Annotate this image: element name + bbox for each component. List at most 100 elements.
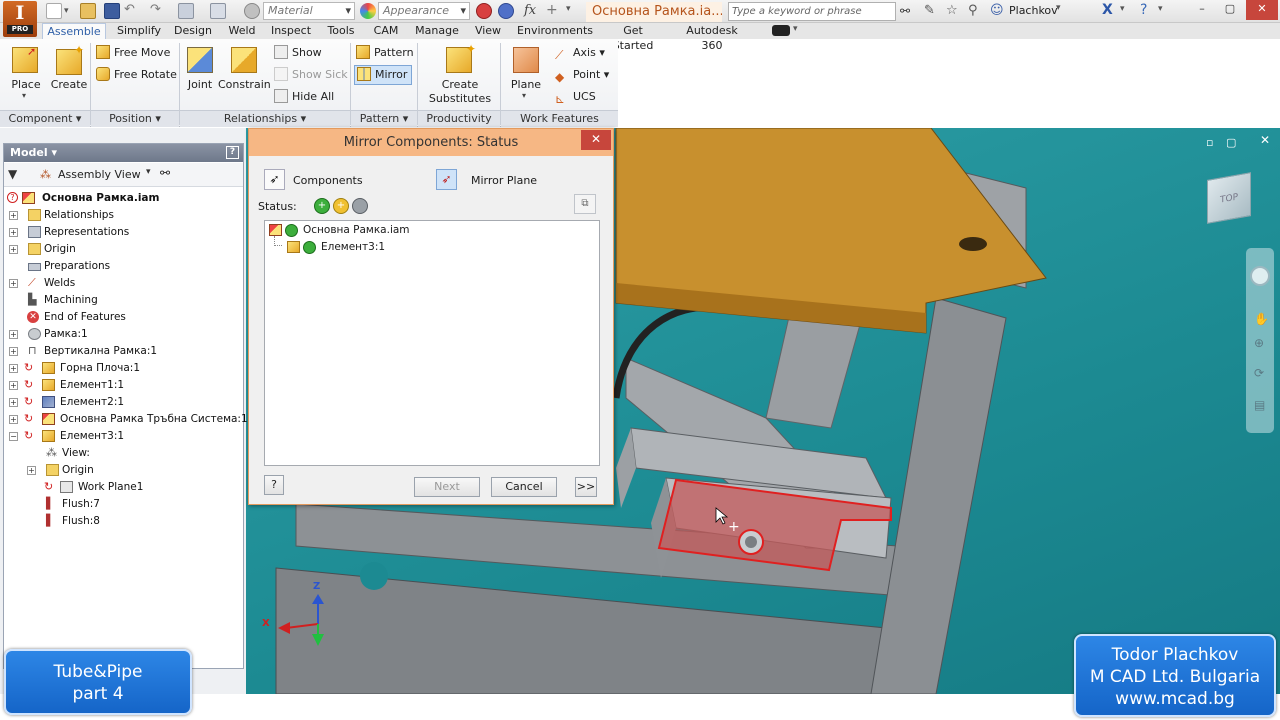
group-relationships-label[interactable]: Relationships ▾ [180, 110, 350, 127]
tab-cam[interactable]: CAM [366, 23, 406, 39]
tab-simplify[interactable]: Simplify [110, 23, 168, 39]
group-position-label[interactable]: Position ▾ [91, 110, 179, 127]
viewport-maximize-icon[interactable]: ▢ [1226, 136, 1236, 149]
group-productivity-label[interactable]: Productivity [418, 110, 500, 127]
viewport-restore-icon[interactable]: ▫ [1206, 136, 1213, 149]
expand-icon[interactable]: + [9, 228, 18, 237]
plane-button[interactable]: Plane ▾ [506, 45, 546, 105]
maximize-button[interactable]: ▢ [1216, 0, 1244, 20]
expand-icon[interactable]: + [9, 398, 18, 407]
cancel-button[interactable]: Cancel [491, 477, 557, 497]
tab-get-started[interactable]: Get Started [600, 23, 666, 52]
tab-manage[interactable]: Manage [410, 23, 464, 39]
new-dropdown-icon[interactable]: ▾ [64, 3, 80, 19]
component-status-list[interactable]: Основна Рамка.iam Елемент3:1 [264, 220, 600, 466]
viewport-close-icon[interactable]: ✕ [1260, 133, 1270, 147]
video-icon[interactable] [772, 25, 790, 36]
find-icon[interactable]: ⚯ [160, 166, 170, 180]
collapse-icon[interactable]: − [9, 432, 18, 441]
pattern-button[interactable]: Pattern [356, 43, 414, 63]
place-button[interactable]: ➚ Place ▾ [8, 45, 44, 105]
redo-icon[interactable]: ↷ [150, 3, 166, 19]
components-select-button[interactable]: ➶ [264, 169, 285, 190]
tree-item-relationships[interactable]: + Relationships [4, 207, 243, 224]
tree-item-preparations[interactable]: Preparations [4, 258, 243, 275]
tree-item-view[interactable]: ⁂ View: [4, 445, 243, 462]
mirror-plane-select-button[interactable]: ➶ [436, 169, 457, 190]
group-component-label[interactable]: Component ▾ [0, 110, 90, 127]
qat-dropdown-icon[interactable]: ▾ [566, 4, 571, 14]
status-mirror-icon[interactable]: + [314, 198, 330, 214]
exchange-dropdown-icon[interactable]: ▾ [1120, 4, 1125, 14]
tab-assemble[interactable]: Assemble [42, 23, 106, 39]
star-icon[interactable]: ☆ [946, 3, 958, 18]
joint-button[interactable]: Joint [184, 45, 216, 105]
expand-icon[interactable]: + [9, 347, 18, 356]
search-help-icon[interactable]: ⚲ [968, 3, 978, 18]
save-icon[interactable] [104, 3, 120, 19]
create-substitutes-button[interactable]: ✦ Create Substitutes [424, 42, 496, 107]
list-item-element3[interactable]: Елемент3:1 [321, 241, 385, 253]
clear-appearance-icon[interactable] [476, 3, 492, 19]
expand-icon[interactable]: + [9, 381, 18, 390]
ucs-button[interactable]: ⊾ UCS [555, 87, 596, 107]
tree-item-welds[interactable]: + ⟋ Welds [4, 275, 243, 292]
hide-all-button[interactable]: Hide All [274, 87, 334, 107]
expand-icon[interactable]: + [9, 364, 18, 373]
expand-icon[interactable]: + [9, 211, 18, 220]
constrain-button[interactable]: Constrain [218, 45, 271, 105]
free-rotate-button[interactable]: Free Rotate [96, 65, 177, 85]
orbit-icon[interactable]: ⟳ [1254, 366, 1264, 380]
tab-design[interactable]: Design [170, 23, 216, 39]
tree-item-work-plane1[interactable]: ↻ Work Plane1 [4, 479, 243, 496]
tree-item-flush7[interactable]: ▌ Flush:7 [4, 496, 243, 513]
tree-item-end-of-features[interactable]: ✕ End of Features [4, 309, 243, 326]
zoom-icon[interactable]: ⊕ [1254, 336, 1264, 350]
tree-item-gorna-plocha[interactable]: + ↻ Горна Плоча:1 [4, 360, 243, 377]
user-icon[interactable]: ☺ [990, 3, 1004, 18]
user-name[interactable]: Plachkov [1009, 4, 1058, 17]
more-button[interactable]: >> [575, 477, 597, 497]
free-move-button[interactable]: Free Move [96, 43, 170, 63]
view-dropdown-icon[interactable]: ▾ [146, 167, 151, 177]
open-icon[interactable] [80, 3, 96, 19]
create-component-button[interactable]: ✦ Create [50, 43, 88, 105]
tree-item-flush8[interactable]: ▌ Flush:8 [4, 513, 243, 530]
axis-button[interactable]: ⟋ Axis ▾ [555, 43, 605, 63]
tools-icon[interactable]: ✎ [924, 3, 935, 18]
binoculars-icon[interactable]: ⚯ [900, 4, 910, 18]
copy-icon[interactable]: ⧉ [574, 194, 596, 214]
tree-item-tube-system[interactable]: + ↻ Основна Рамка Тръбна Система:1 [4, 411, 248, 428]
list-item-root[interactable]: Основна Рамка.iam [303, 224, 410, 236]
tree-item-representations[interactable]: + Representations [4, 224, 243, 241]
filter-icon[interactable]: ▼ [8, 167, 17, 181]
help-dropdown-icon[interactable]: ▾ [1158, 4, 1163, 14]
show-button[interactable]: Show [274, 43, 322, 63]
return-icon[interactable] [178, 3, 194, 19]
expand-icon[interactable]: + [27, 466, 36, 475]
tab-environments[interactable]: Environments [512, 23, 598, 39]
tree-item-root[interactable]: ? Основна Рамка.iam [4, 190, 243, 207]
next-button[interactable]: Next [414, 477, 480, 497]
tree-item-element3[interactable]: − ↻ Елемент3:1 [4, 428, 243, 445]
help-icon[interactable]: ? [1140, 2, 1147, 18]
viewcube[interactable]: TOP [1207, 172, 1251, 224]
tabs-dropdown-icon[interactable]: ▾ [793, 24, 798, 34]
plus-icon[interactable]: + [546, 2, 558, 18]
tree-item-machining[interactable]: ▙ Machining [4, 292, 243, 309]
expand-icon[interactable]: + [9, 245, 18, 254]
tab-tools[interactable]: Tools [320, 23, 362, 39]
tree-item-element3-origin[interactable]: + Origin [4, 462, 243, 479]
tab-weld[interactable]: Weld [222, 23, 262, 39]
browser-help-button[interactable]: ? [226, 146, 239, 159]
dialog-close-button[interactable]: ✕ [581, 130, 611, 150]
select-icon[interactable] [210, 3, 226, 19]
look-at-icon[interactable]: ▤ [1254, 398, 1265, 412]
appearance-select[interactable]: Appearance ▾ [378, 2, 470, 20]
status-reuse-icon[interactable]: + [333, 198, 349, 214]
assembly-view-select[interactable]: Assembly View [58, 168, 141, 181]
pan-icon[interactable]: ✋ [1254, 312, 1269, 326]
undo-icon[interactable]: ↶ [124, 3, 140, 19]
user-dropdown-icon[interactable]: ▾ [1056, 3, 1061, 13]
expand-icon[interactable]: + [9, 330, 18, 339]
